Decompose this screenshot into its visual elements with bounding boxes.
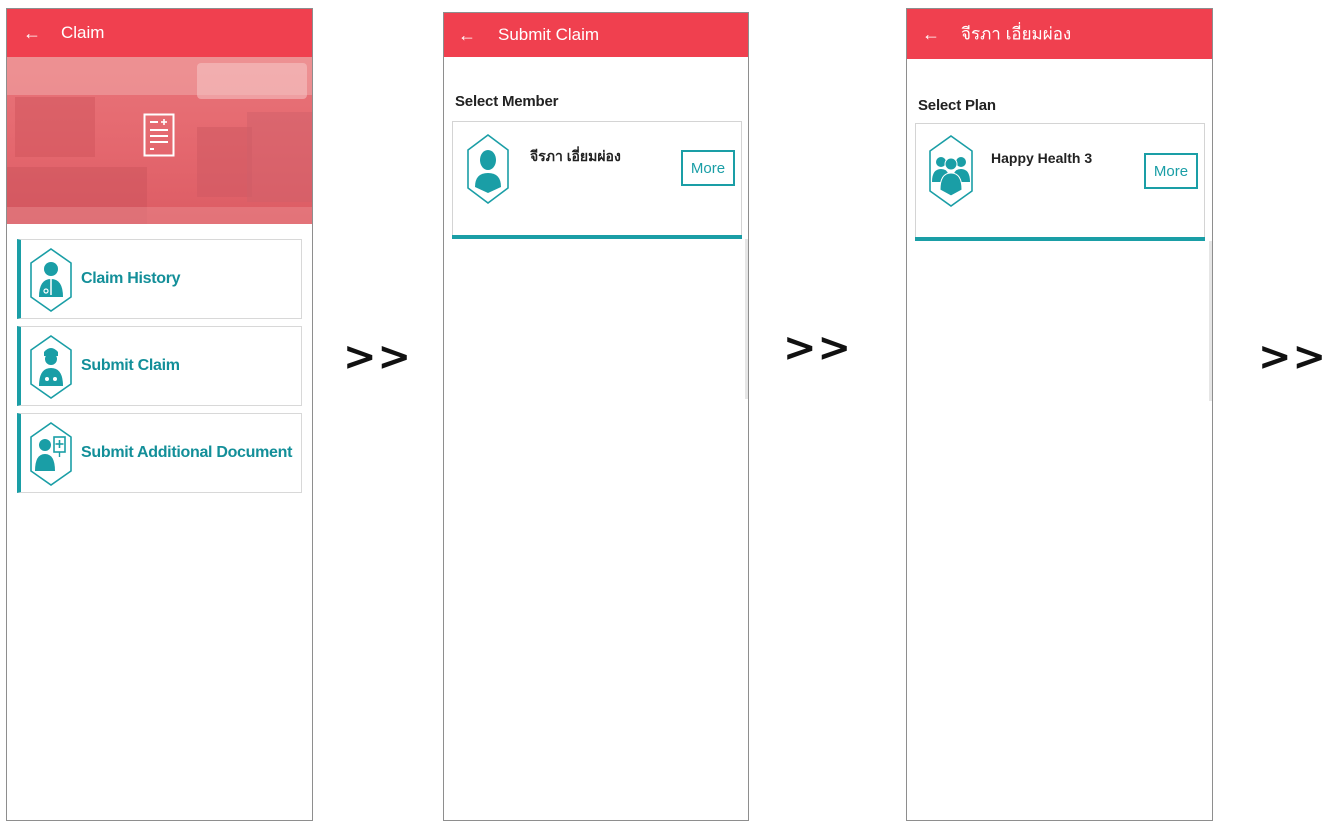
flow-arrow: >> [1258, 334, 1328, 380]
select-plan-screen: ← จีรภา เอี่ยมผ่อง Select Plan Happy Hea… [906, 8, 1213, 821]
back-arrow-icon[interactable]: ← [922, 25, 940, 43]
app-bar: ← Claim [7, 9, 312, 57]
plan-card[interactable]: Happy Health 3 More [915, 123, 1205, 241]
submit-claim-screen: ← Submit Claim Select Member จีรภา เอี่ย… [443, 12, 749, 821]
doctor-icon [30, 248, 72, 312]
app-bar: ← จีรภา เอี่ยมผ่อง [907, 9, 1212, 59]
patient-document-icon [30, 422, 72, 486]
select-member-label: Select Member [455, 93, 559, 110]
flow-arrow: >> [343, 334, 413, 380]
flow-arrow: >> [783, 325, 853, 371]
menu-item-claim-history[interactable]: Claim History [17, 239, 302, 319]
page-title: Submit Claim [498, 25, 600, 44]
person-icon [467, 134, 509, 204]
more-button[interactable]: More [681, 150, 735, 186]
member-card[interactable]: จีรภา เอี่ยมผ่อง More [452, 121, 742, 239]
back-arrow-icon[interactable]: ← [23, 24, 41, 42]
document-icon [143, 113, 175, 157]
member-name: จีรภา เอี่ยมผ่อง [530, 148, 621, 164]
scrollbar[interactable] [1209, 241, 1212, 401]
claim-screen: ← Claim Claim History Submit Claim Submi… [6, 8, 313, 821]
card-underline [915, 237, 1205, 241]
menu-label: Claim History [81, 270, 181, 287]
select-plan-label: Select Plan [918, 97, 996, 114]
back-arrow-icon[interactable]: ← [458, 26, 476, 44]
scrollbar[interactable] [745, 239, 748, 399]
menu-item-submit-claim[interactable]: Submit Claim [17, 326, 302, 406]
page-title: จีรภา เอี่ยมผ่อง [961, 24, 1072, 44]
menu-label: Submit Additional Document [81, 444, 293, 461]
card-underline [452, 235, 742, 239]
page-title: Claim [61, 23, 105, 42]
menu-label: Submit Claim [81, 357, 180, 374]
more-button[interactable]: More [1144, 153, 1198, 189]
group-icon [929, 135, 973, 207]
hero-banner [7, 57, 312, 224]
app-bar: ← Submit Claim [444, 13, 748, 57]
menu-item-submit-additional-document[interactable]: Submit Additional Document [17, 413, 302, 493]
nurse-icon [30, 335, 72, 399]
plan-name: Happy Health 3 [991, 150, 1093, 166]
